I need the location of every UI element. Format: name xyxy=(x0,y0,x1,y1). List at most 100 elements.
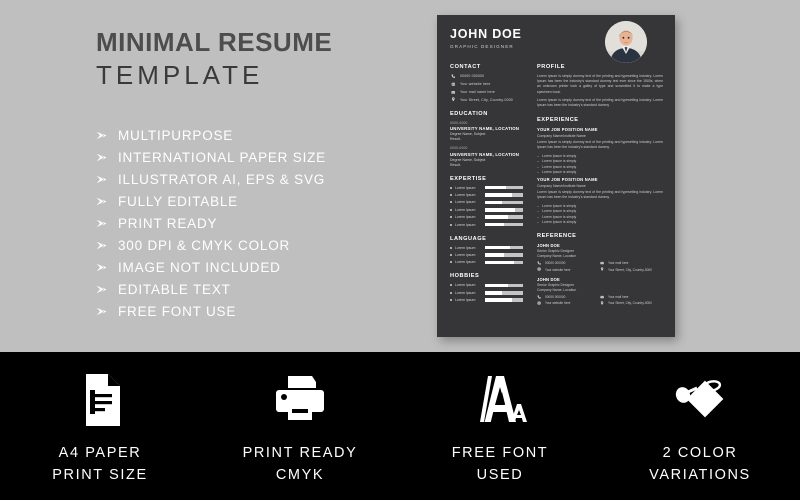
badge-label-line1: FREE FONT xyxy=(451,445,549,461)
promo-text-block: MINIMAL RESUME TEMPLATE MULTIPURPOSE INT… xyxy=(96,27,426,323)
contact-item: Your mail name here xyxy=(450,90,523,95)
resume-preview-card[interactable]: JOHN DOE GRAPHIC DESIGNER CONTACT 00000 … xyxy=(437,15,675,337)
experience-bullet-text: Lorem Ipsum is simply xyxy=(542,214,577,219)
experience-description: Lorem Ipsum is simply dummy text of the … xyxy=(537,190,663,200)
skill-bar xyxy=(485,222,523,227)
location-icon xyxy=(600,267,605,272)
skill-label: Lorem Ipsum xyxy=(455,207,476,212)
feature-badge: 2 COLOR VARIATIONS xyxy=(600,352,800,500)
skill-item: Lorem Ipsum xyxy=(450,283,523,287)
experience-bullet-text: Lorem Ipsum is simply xyxy=(542,153,577,158)
experience-bullet-text: Lorem Ipsum is simply xyxy=(542,220,577,225)
resume-body: CONTACT 00000 000000 Your website here Y… xyxy=(437,62,675,308)
resume-header: JOHN DOE GRAPHIC DESIGNER xyxy=(437,15,675,63)
reference-contact-item: Your website here xyxy=(537,267,600,272)
arrow-bullet-icon xyxy=(96,241,110,250)
feature-item: PRINT READY xyxy=(96,213,426,235)
feature-badge: A4 PAPER PRINT SIZE xyxy=(0,352,200,500)
section-title-experience: EXPERIENCE xyxy=(537,117,579,124)
feature-label: FREE FONT USE xyxy=(118,304,237,320)
experience-company: Company Name/Institute Name xyxy=(537,133,586,138)
phone-icon xyxy=(450,74,456,79)
reference-company: Company Name, Location xyxy=(537,254,577,259)
skill-label: Lorem Ipsum xyxy=(455,260,476,265)
reference-contact-grid: 00000 000000 Your mail here Your website… xyxy=(537,261,663,274)
experience-bullet: – Lorem Ipsum is simply xyxy=(537,220,663,224)
experience-job-title: YOUR JOB POSITION NAME xyxy=(537,127,598,133)
badge-label-line2: PRINT SIZE xyxy=(52,467,148,484)
skill-label: Lorem Ipsum xyxy=(455,253,476,258)
skill-label: Lorem Ipsum xyxy=(455,193,476,198)
section-title-language: LANGUAGE xyxy=(450,235,487,242)
experience-bullet: – Lorem Ipsum is simply xyxy=(537,159,663,163)
feature-label: FULLY EDITABLE xyxy=(118,194,238,210)
skill-bar xyxy=(485,260,523,265)
skill-item: Lorem Ipsum xyxy=(450,208,523,212)
page-title-line2: TEMPLATE xyxy=(96,59,264,90)
skill-item: Lorem Ipsum xyxy=(450,291,523,295)
mail-icon xyxy=(600,261,605,265)
arrow-bullet-icon xyxy=(96,153,110,162)
phone-icon xyxy=(537,294,542,299)
printer-icon xyxy=(272,374,328,426)
skill-bar xyxy=(485,245,523,250)
resume-right-column: PROFILE Lorem Ipsum is simply dummy text… xyxy=(529,62,675,308)
experience-bullet-text: Lorem Ipsum is simply xyxy=(542,159,577,164)
skill-bar xyxy=(485,283,523,288)
reference-contact-item: 00000 000000 xyxy=(537,261,600,265)
education-university: UNIVERSITY NAME, LOCATION xyxy=(450,151,520,157)
feature-list: MULTIPURPOSE INTERNATIONAL PAPER SIZE IL… xyxy=(96,125,426,323)
experience-bullet: – Lorem Ipsum is simply xyxy=(537,165,663,169)
skill-label: Lorem Ipsum xyxy=(455,185,476,190)
badge-label-line1: PRINT READY xyxy=(242,445,358,461)
reference-entry: JOHN DOE Senior Graphic Designer Company… xyxy=(537,243,663,274)
skill-item: Lorem Ipsum xyxy=(450,246,523,250)
bullet-dot-icon xyxy=(450,223,452,226)
feature-label: EDITABLE TEXT xyxy=(118,282,231,298)
section-title-contact: CONTACT xyxy=(450,64,481,70)
mail-icon xyxy=(450,90,456,95)
skill-label: Lorem Ipsum xyxy=(455,290,476,295)
skill-item: Lorem Ipsum xyxy=(450,298,523,302)
feature-item: FULLY EDITABLE xyxy=(96,191,426,213)
arrow-bullet-icon xyxy=(96,131,110,140)
bullet-dot-icon xyxy=(450,284,452,287)
contact-text: Your website here xyxy=(460,82,491,87)
feature-badge: FREE FONT USED xyxy=(400,352,600,500)
location-icon xyxy=(450,97,456,102)
experience-bullet: – Lorem Ipsum is simply xyxy=(537,209,663,213)
reference-contact-text: Your mail here xyxy=(608,260,629,265)
skill-bar xyxy=(485,215,523,220)
reference-contact-text: Your website here xyxy=(545,301,571,306)
experience-bullet: – Lorem Ipsum is simply xyxy=(537,170,663,174)
skill-item: Lorem Ipsum xyxy=(450,193,523,197)
feature-item: ILLUSTRATOR AI, EPS & SVG xyxy=(96,169,426,191)
language-list: Lorem Ipsum Lorem Ipsum Lorem Ipsum xyxy=(450,246,523,265)
education-entry: 0000-0000 UNIVERSITY NAME, LOCATION Degr… xyxy=(450,146,523,166)
feature-badge: PRINT READY CMYK xyxy=(200,352,400,500)
reference-company: Company Name, Location xyxy=(537,288,577,293)
experience-company: Company Name/Institute Name xyxy=(537,183,586,188)
arrow-bullet-icon xyxy=(96,263,110,272)
contact-item: 00000 000000 xyxy=(450,74,523,79)
reference-contact-item: Your Street, City, Country-0000 xyxy=(600,301,663,305)
experience-entry: YOUR JOB POSITION NAME Company Name/Inst… xyxy=(537,127,663,174)
feature-item: FREE FONT USE xyxy=(96,301,426,323)
font-aa-icon xyxy=(471,374,529,426)
contact-list: 00000 000000 Your website here Your mail… xyxy=(450,74,523,102)
feature-label: INTERNATIONAL PAPER SIZE xyxy=(118,150,326,166)
resume-left-column: CONTACT 00000 000000 Your website here Y… xyxy=(437,62,529,308)
contact-text: Your mail name here xyxy=(460,89,496,94)
education-entry: 0000-0000 UNIVERSITY NAME, LOCATION Degr… xyxy=(450,121,523,141)
arrow-bullet-icon xyxy=(96,197,110,206)
reference-role: Senior Graphic Designer xyxy=(537,249,575,254)
badge-label: A4 PAPER PRINT SIZE xyxy=(52,442,148,487)
arrow-bullet-icon xyxy=(96,219,110,228)
experience-bullet-text: Lorem Ipsum is simply xyxy=(542,203,577,208)
skill-item: Lorem Ipsum xyxy=(450,200,523,204)
education-university: UNIVERSITY NAME, LOCATION xyxy=(450,126,520,132)
document-icon xyxy=(76,374,124,426)
badge-label-line1: 2 COLOR xyxy=(662,445,738,461)
badge-label: FREE FONT USED xyxy=(452,442,549,487)
reference-contact-text: Your mail here xyxy=(608,294,629,299)
